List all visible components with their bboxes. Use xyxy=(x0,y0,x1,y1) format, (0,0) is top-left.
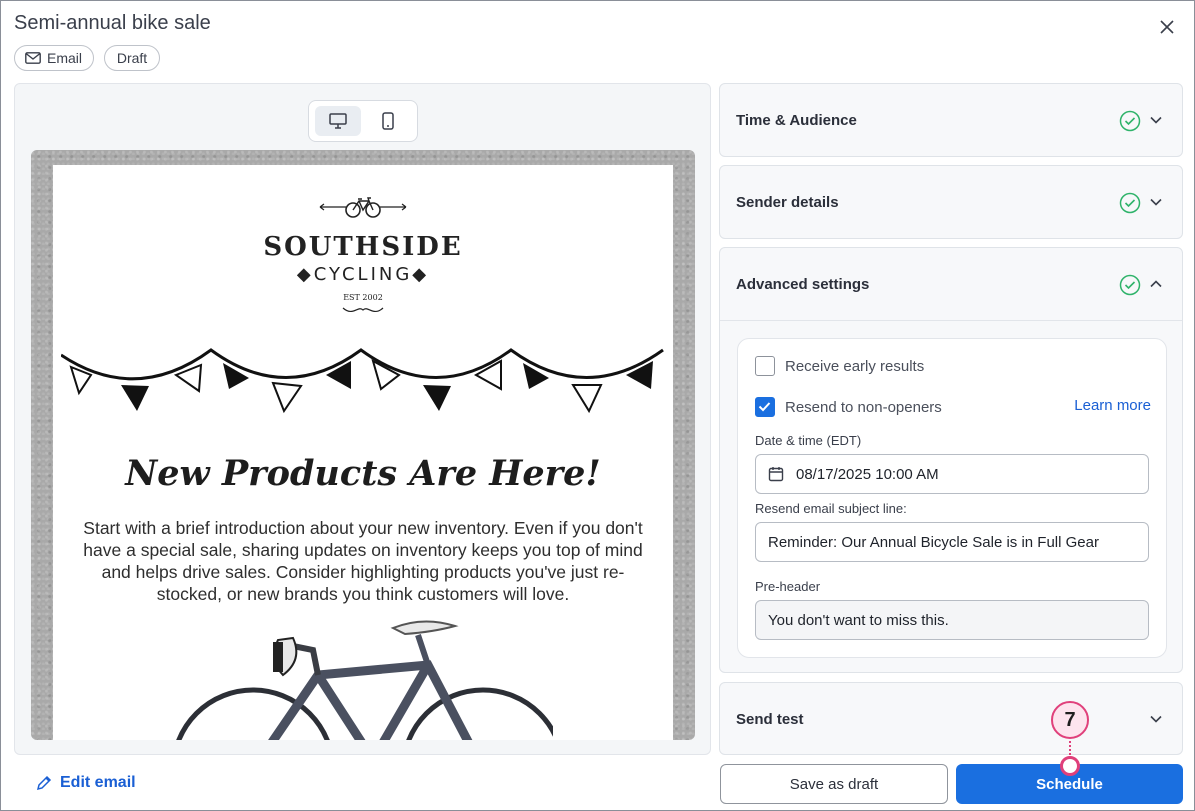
preheader-label: Pre-header xyxy=(755,579,821,594)
draft-status-badge: Draft xyxy=(104,45,160,71)
check-circle-icon xyxy=(1119,274,1141,296)
receive-early-results-checkbox[interactable] xyxy=(755,356,775,376)
page-title: Semi-annual bike sale xyxy=(14,12,211,34)
check-circle-icon xyxy=(1119,110,1141,132)
desktop-icon xyxy=(329,113,347,129)
calendar-icon[interactable] xyxy=(768,466,784,482)
save-as-draft-button[interactable]: Save as draft xyxy=(720,764,948,804)
logo-est: EST 2002 xyxy=(343,293,383,302)
email-headline: New Products Are Here! xyxy=(125,453,601,494)
email-preview-pane: SOUTHSIDE ◆CYCLING◆ EST 2002 New Product… xyxy=(14,83,711,755)
time-audience-title: Time & Audience xyxy=(736,112,857,129)
time-audience-section[interactable]: Time & Audience xyxy=(719,83,1183,157)
date-time-value: 08/17/2025 10:00 AM xyxy=(796,465,939,483)
device-toggle xyxy=(308,100,418,142)
bunting-banner xyxy=(61,348,664,414)
chevron-up-icon[interactable] xyxy=(1149,277,1163,291)
chevron-down-icon[interactable] xyxy=(1149,195,1163,209)
date-time-label: Date & time (EDT) xyxy=(755,433,862,448)
pencil-icon xyxy=(36,775,52,791)
email-canvas: SOUTHSIDE ◆CYCLING◆ EST 2002 New Product… xyxy=(31,150,695,740)
advanced-settings-card: Receive early results Resend to non-open… xyxy=(737,338,1167,658)
date-time-field[interactable]: 08/17/2025 10:00 AM xyxy=(755,454,1149,494)
email-body-text: Start with a brief introduction about yo… xyxy=(83,518,643,604)
bicycle-image xyxy=(176,620,553,740)
preheader-field[interactable]: You don't want to miss this. xyxy=(755,600,1149,640)
chevron-down-icon[interactable] xyxy=(1149,712,1163,726)
preheader-value: You don't want to miss this. xyxy=(768,611,949,629)
resend-subject-value: Reminder: Our Annual Bicycle Sale is in … xyxy=(768,533,1099,551)
chevron-down-icon[interactable] xyxy=(1149,113,1163,127)
edit-email-label: Edit email xyxy=(60,774,136,791)
logo-subtitle: ◆CYCLING◆ xyxy=(296,264,430,285)
draft-badge-label: Draft xyxy=(116,50,148,66)
mobile-view-button[interactable] xyxy=(365,106,411,136)
section-divider xyxy=(720,320,1182,321)
receive-early-results-label: Receive early results xyxy=(785,358,925,375)
bicycle-logo-icon xyxy=(319,197,407,218)
mobile-phone-icon xyxy=(382,112,394,130)
edit-email-link[interactable]: Edit email xyxy=(36,774,136,792)
logo-name: SOUTHSIDE xyxy=(263,232,463,262)
sender-details-section[interactable]: Sender details xyxy=(719,165,1183,239)
check-circle-icon xyxy=(1119,192,1141,214)
send-test-title: Send test xyxy=(736,711,804,728)
email-badge-label: Email xyxy=(47,50,83,66)
modal-window: Semi-annual bike sale Email Draft SOUTHS… xyxy=(0,0,1195,811)
resend-subject-field[interactable]: Reminder: Our Annual Bicycle Sale is in … xyxy=(755,522,1149,562)
advanced-settings-section: Advanced settings Receive early results … xyxy=(719,247,1183,673)
desktop-view-button[interactable] xyxy=(315,106,361,136)
email-body: SOUTHSIDE ◆CYCLING◆ EST 2002 New Product… xyxy=(53,165,673,740)
flourish-icon xyxy=(342,307,384,313)
advanced-settings-title[interactable]: Advanced settings xyxy=(736,276,869,293)
step-number-badge: 7 xyxy=(1051,701,1089,739)
checkmark-icon xyxy=(758,402,771,412)
resend-non-openers-checkbox[interactable] xyxy=(755,397,775,417)
resend-subject-label: Resend email subject line: xyxy=(755,501,907,516)
resend-non-openers-label: Resend to non-openers xyxy=(785,399,942,416)
email-type-badge: Email xyxy=(14,45,94,71)
southside-cycling-logo: SOUTHSIDE ◆CYCLING◆ EST 2002 xyxy=(53,193,673,320)
learn-more-link[interactable]: Learn more xyxy=(1074,397,1151,414)
send-test-section[interactable]: Send test xyxy=(719,682,1183,755)
annotation-target-dot xyxy=(1060,756,1080,776)
envelope-icon xyxy=(25,52,41,64)
sender-details-title: Sender details xyxy=(736,194,839,211)
close-icon[interactable] xyxy=(1157,17,1177,37)
